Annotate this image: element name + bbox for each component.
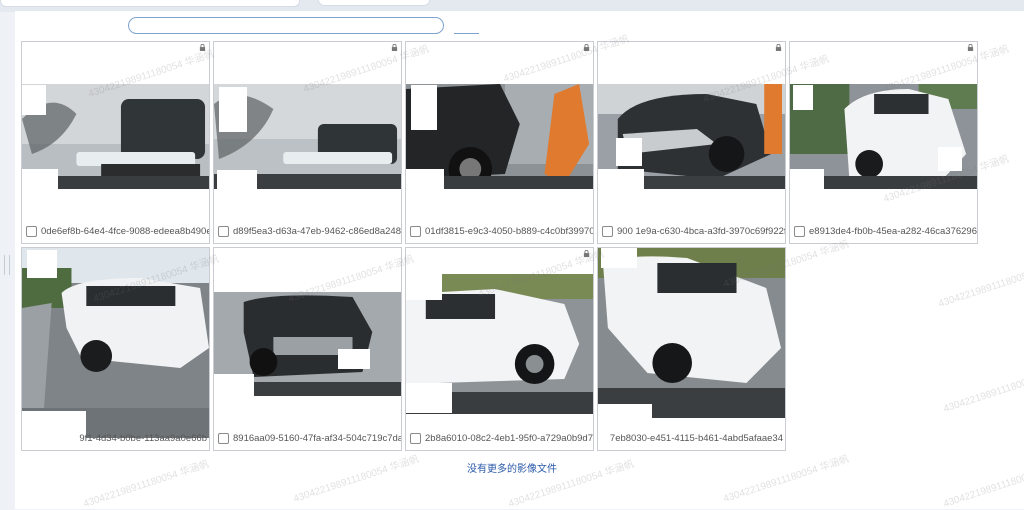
- redaction-block: [601, 248, 637, 268]
- image-card[interactable]: 900 1e9a-c630-4bca-a3fd-3970c69f922f: [597, 41, 786, 244]
- image-card[interactable]: 8916aa09-5160-47fa-af34-504c719c7da3: [213, 247, 402, 451]
- redaction-block: [27, 250, 57, 278]
- tab-secondary[interactable]: [318, 0, 430, 6]
- redaction-block: [598, 404, 652, 434]
- image-caption: 9f1-4d34-b0be-113aa9a0e66b: [22, 431, 209, 445]
- file-name: 7eb8030-e451-4115-b461-4abd5afaae34: [609, 432, 783, 444]
- image-card[interactable]: 7eb8030-e451-4115-b461-4abd5afaae34: [597, 247, 786, 451]
- redaction-block: [406, 274, 442, 300]
- lock-icon: [583, 44, 590, 51]
- redaction-block: [22, 85, 46, 115]
- file-name: 01df3815-e9c3-4050-b889-c4c0bf399701: [425, 225, 593, 237]
- splitter-handle[interactable]: [4, 255, 10, 275]
- image-caption: 0de6ef8b-64e4-4fce-9088-edeea8b490e1: [22, 224, 209, 238]
- select-checkbox[interactable]: [602, 225, 613, 237]
- select-checkbox[interactable]: [218, 225, 229, 237]
- select-checkbox[interactable]: [26, 225, 37, 237]
- image-card[interactable]: e8913de4-fb0b-45ea-a282-46ca376296bc: [789, 41, 978, 244]
- tab-primary[interactable]: [0, 0, 300, 7]
- lock-icon: [775, 44, 782, 51]
- select-checkbox[interactable]: [410, 432, 421, 444]
- image-caption: 8916aa09-5160-47fa-af34-504c719c7da3: [214, 431, 401, 445]
- redaction-block: [616, 138, 642, 166]
- no-more-files-text: 没有更多的影像文件: [467, 464, 557, 475]
- image-caption: 7eb8030-e451-4115-b461-4abd5afaae34: [598, 431, 785, 445]
- image-caption: 01df3815-e9c3-4050-b889-c4c0bf399701: [406, 224, 593, 238]
- file-name: 900 1e9a-c630-4bca-a3fd-3970c69f922f: [617, 225, 785, 237]
- redaction-block: [793, 85, 813, 110]
- image-caption: 2b8a6010-08c2-4eb1-95f0-a729a0b9d763: [406, 431, 593, 445]
- redaction-block: [217, 170, 257, 190]
- redaction-block: [214, 248, 401, 292]
- select-checkbox[interactable]: [794, 225, 805, 237]
- image-card[interactable]: 9f1-4d34-b0be-113aa9a0e66b: [21, 247, 210, 451]
- file-name: e8913de4-fb0b-45ea-a282-46ca376296bc: [809, 225, 977, 237]
- image-card[interactable]: 0de6ef8b-64e4-4fce-9088-edeea8b490e1: [21, 41, 210, 244]
- lock-icon: [583, 250, 590, 257]
- lock-icon: [199, 44, 206, 51]
- search-input[interactable]: [128, 17, 444, 34]
- redaction-block: [22, 169, 58, 189]
- image-card[interactable]: 01df3815-e9c3-4050-b889-c4c0bf399701: [405, 41, 594, 244]
- image-card[interactable]: 2b8a6010-08c2-4eb1-95f0-a729a0b9d763: [405, 247, 594, 451]
- redaction-block: [598, 169, 644, 189]
- image-card[interactable]: d89f5ea3-d63a-47eb-9462-c86ed8a248d0: [213, 41, 402, 244]
- redaction-block: [406, 383, 452, 413]
- image-caption: 900 1e9a-c630-4bca-a3fd-3970c69f922f: [598, 224, 785, 238]
- image-caption: e8913de4-fb0b-45ea-a282-46ca376296bc: [790, 224, 977, 238]
- redaction-block: [938, 147, 962, 171]
- select-checkbox[interactable]: [218, 432, 229, 444]
- select-checkbox[interactable]: [410, 225, 421, 237]
- file-name: 0de6ef8b-64e4-4fce-9088-edeea8b490e1: [41, 225, 209, 237]
- redaction-block: [214, 374, 254, 402]
- file-name: 8916aa09-5160-47fa-af34-504c719c7da3: [233, 432, 401, 444]
- lock-icon: [391, 44, 398, 51]
- redaction-block: [411, 85, 437, 130]
- redaction-block: [790, 169, 824, 189]
- redaction-block: [338, 349, 370, 369]
- redaction-block: [406, 169, 444, 189]
- damage-photo[interactable]: [598, 248, 785, 418]
- file-name: 9f1-4d34-b0be-113aa9a0e66b: [79, 432, 207, 444]
- image-caption: d89f5ea3-d63a-47eb-9462-c86ed8a248d0: [214, 224, 401, 238]
- file-name: 2b8a6010-08c2-4eb1-95f0-a729a0b9d763: [425, 432, 593, 444]
- search-button[interactable]: [454, 22, 479, 34]
- file-name: d89f5ea3-d63a-47eb-9462-c86ed8a248d0: [233, 225, 401, 237]
- redaction-block: [219, 87, 247, 132]
- lock-icon: [967, 44, 974, 51]
